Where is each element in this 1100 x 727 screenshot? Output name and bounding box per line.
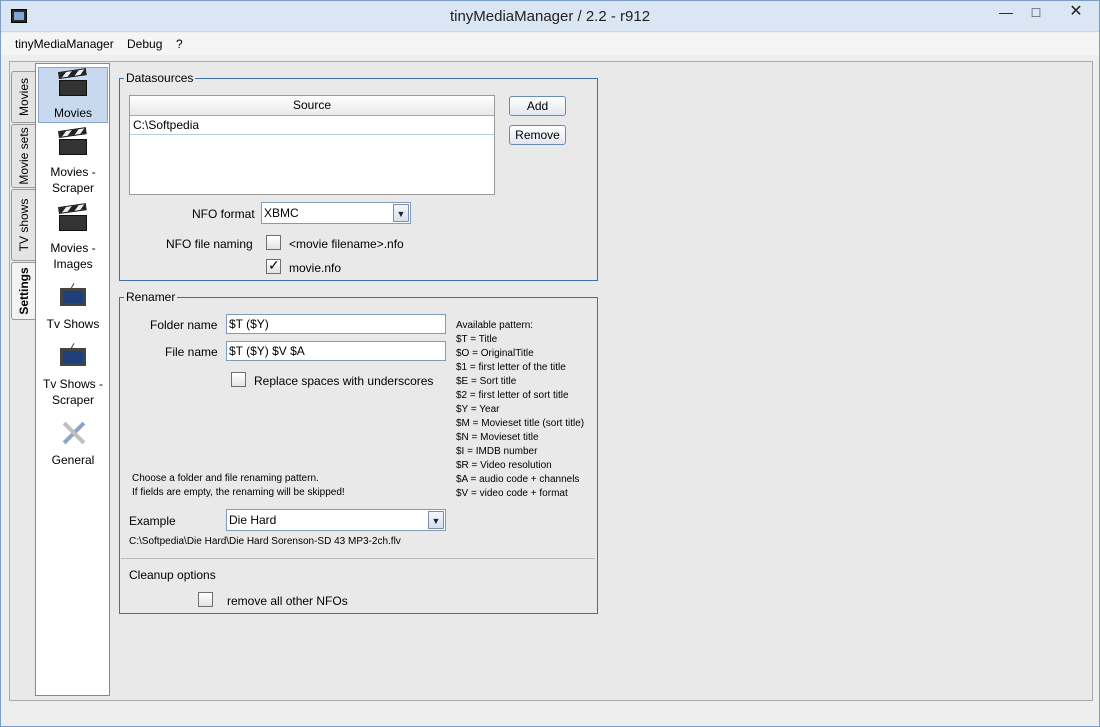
replace-spaces-checkbox[interactable] xyxy=(231,372,246,387)
file-name-input[interactable]: $T ($Y) $V $A xyxy=(226,341,446,361)
window-title: tinyMediaManager / 2.2 - r912 xyxy=(449,8,651,25)
tab-movies[interactable]: Movies xyxy=(11,71,35,123)
sidebar-item-tv-shows-scraper[interactable]: Tv Shows - Scraper xyxy=(38,339,108,411)
app-window: tinyMediaManager / 2.2 - r912 — □ ✕ tiny… xyxy=(0,0,1100,727)
file-name-label: File name xyxy=(165,345,218,359)
chevron-down-icon: ▼ xyxy=(393,204,409,222)
minimize-button[interactable]: — xyxy=(991,1,1021,25)
menu-debug[interactable]: Debug xyxy=(127,37,162,51)
nfo-format-label: NFO format xyxy=(192,207,255,221)
cleanup-options-label: Cleanup options xyxy=(129,568,216,582)
sidebar-item-movies-scraper[interactable]: Movies - Scraper xyxy=(38,127,108,199)
tv-icon xyxy=(57,343,89,373)
menu-help[interactable]: ? xyxy=(176,37,183,51)
add-button[interactable]: Add xyxy=(509,96,566,116)
pattern-help: Available pattern: $T = Title $O = Origi… xyxy=(456,320,585,499)
clapperboard-icon xyxy=(57,127,89,161)
example-path: C:\Softpedia\Die Hard\Die Hard Sorenson-… xyxy=(129,536,401,547)
replace-spaces-label: Replace spaces with underscores xyxy=(254,374,434,388)
movie-nfo-label: movie.nfo xyxy=(289,261,342,275)
title-bar: tinyMediaManager / 2.2 - r912 — □ ✕ xyxy=(1,1,1099,32)
chevron-down-icon: ▼ xyxy=(428,511,444,529)
sidebar-item-movies[interactable]: Movies xyxy=(38,67,108,123)
sidebar-item-tv-shows[interactable]: Tv Shows xyxy=(38,279,108,335)
sidebar-item-general[interactable]: General xyxy=(38,415,108,471)
nfo-naming-label: NFO file naming xyxy=(166,237,253,251)
settings-sidebar: Movies Movies - Scraper Movies - Images … xyxy=(35,63,110,696)
rename-hint-line2: If fields are empty, the renaming will b… xyxy=(132,487,345,498)
datasources-legend: Datasources xyxy=(126,71,194,85)
clapperboard-icon xyxy=(57,203,89,237)
tab-settings[interactable]: Settings xyxy=(11,262,35,320)
remove-button[interactable]: Remove xyxy=(509,125,566,145)
example-label: Example xyxy=(129,514,176,528)
menu-bar: tinyMediaManager Debug ? xyxy=(1,33,1099,55)
rename-hint-line1: Choose a folder and file renaming patter… xyxy=(132,473,319,484)
nfo-format-select[interactable]: XBMC ▼ xyxy=(261,202,411,224)
divider xyxy=(121,558,595,559)
example-select[interactable]: Die Hard ▼ xyxy=(226,509,446,531)
source-column-header: Source xyxy=(130,96,494,116)
tv-icon xyxy=(57,283,89,313)
menu-tinymediamanager[interactable]: tinyMediaManager xyxy=(15,37,114,51)
nfo-filename-label: <movie filename>.nfo xyxy=(289,237,404,251)
tab-movie-sets[interactable]: Movie sets xyxy=(11,124,35,188)
remove-nfos-checkbox[interactable] xyxy=(198,592,213,607)
movie-nfo-checkbox[interactable] xyxy=(266,257,281,274)
tools-icon xyxy=(57,419,89,449)
folder-name-input[interactable]: $T ($Y) xyxy=(226,314,446,334)
remove-nfos-label: remove all other NFOs xyxy=(227,594,348,608)
nfo-filename-checkbox[interactable] xyxy=(266,235,281,250)
clapperboard-icon xyxy=(57,68,89,102)
close-button[interactable]: ✕ xyxy=(1053,1,1099,25)
datasource-table[interactable]: Source C:\Softpedia xyxy=(129,95,495,195)
folder-name-label: Folder name xyxy=(150,318,218,332)
sidebar-item-movies-images[interactable]: Movies - Images xyxy=(38,203,108,275)
table-row[interactable]: C:\Softpedia xyxy=(130,116,494,135)
renamer-legend: Renamer xyxy=(126,290,176,304)
tab-tv-shows[interactable]: TV shows xyxy=(11,189,35,261)
maximize-button[interactable]: □ xyxy=(1021,1,1051,25)
